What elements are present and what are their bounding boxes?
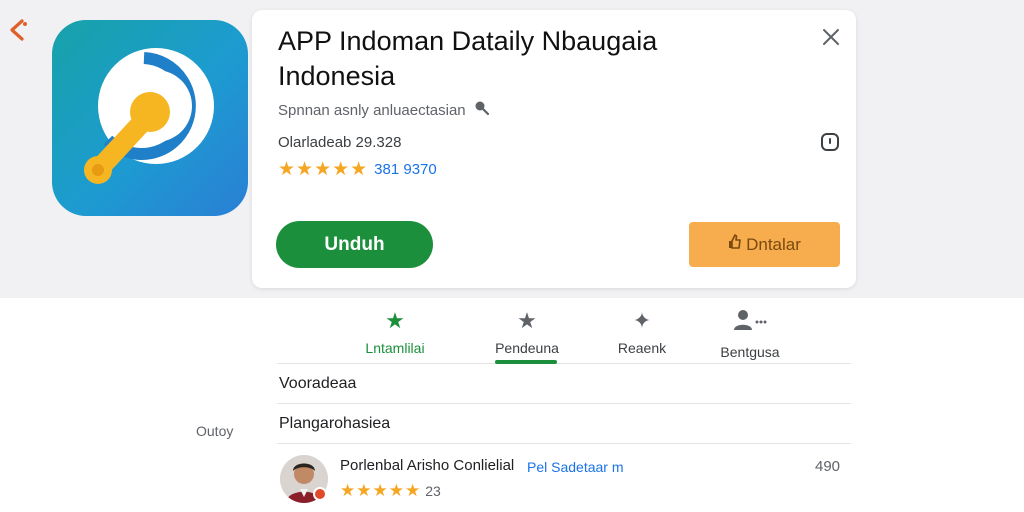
app-title: APP Indoman Dataily Nbaugaia Indonesia [278,26,658,91]
review-stars: ★★★★★ [340,481,422,500]
secondary-button-label: Dntalar [746,234,801,254]
key-icon [474,100,490,120]
verified-badge [313,487,327,501]
review-count: 490 [815,458,841,475]
back-button[interactable] [4,16,32,48]
star-icon: ★ [517,308,537,333]
section-label: Vooradeaa [279,374,357,392]
section-row-vooradeaa[interactable]: Vooradeaa [277,364,851,404]
secondary-action-button[interactable]: Dntalar [689,222,840,267]
tab-pendeuna[interactable]: ★ Pendeuna [487,302,567,364]
close-button[interactable] [818,26,844,52]
download-button[interactable]: Unduh [276,221,433,268]
developer-name: Spnnan asnly anluaectasian [278,101,466,119]
tab-bar: ★ Lntamlilai ★ Pendeuna ✦ Reaenk Bentgus… [277,302,851,364]
person-icon [733,308,767,338]
rating-row: ★★★★★ 381 9370 [278,158,437,181]
downloads-count: Olarladeab 29.328 [278,134,402,151]
tab-label: Reaenk [617,340,667,356]
tab-lntamlilai[interactable]: ★ Lntamlilai [355,302,435,364]
thumb-icon [728,234,742,255]
back-arrow-icon [7,18,29,47]
app-icon [52,20,248,216]
tab-bentgusa[interactable]: Bentgusa [705,302,795,364]
reviewer-link[interactable]: Pel Sadetaar m [527,459,624,475]
sparkle-icon: ✦ [632,308,652,333]
tab-label: Lntamlilai [365,340,425,356]
info-icon [820,132,840,157]
rating-stars: ★★★★★ [278,159,369,180]
side-label: Outoy [196,423,234,439]
info-button[interactable] [818,132,842,156]
rating-count: 381 9370 [374,161,437,178]
tab-label: Bentgusa [720,344,780,360]
reviewer-name: Porlenbal Arisho Conlielial [340,457,515,474]
review-item[interactable]: Porlenbal Arisho Conlielial Pel Sadetaar… [280,452,854,508]
tab-label: Pendeuna [495,340,559,356]
section-label: Plangarohasiea [279,414,391,432]
close-icon [822,28,840,51]
star-icon: ★ [385,308,405,333]
tab-reaenk[interactable]: ✦ Reaenk [602,302,682,364]
review-rating: ★★★★★ 23 [340,481,441,501]
developer-row[interactable]: Spnnan asnly anluaectasian [278,100,490,120]
app-info-card: APP Indoman Dataily Nbaugaia Indonesia S… [252,10,856,288]
review-score: 23 [425,483,441,499]
section-row-plangarohasiea[interactable]: Plangarohasiea [277,404,851,444]
